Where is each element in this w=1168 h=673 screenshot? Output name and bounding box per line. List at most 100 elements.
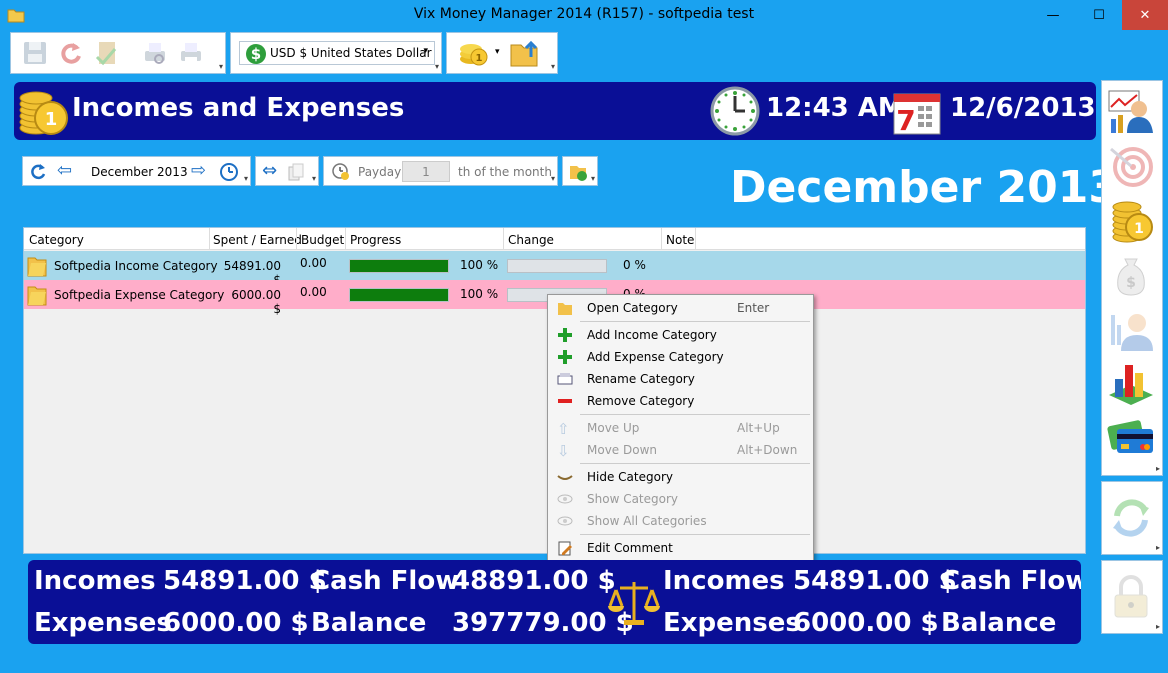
category-name: Softpedia Income Category [54, 259, 218, 273]
arrow-left-icon[interactable]: ⇦ [57, 160, 72, 181]
coins-icon[interactable]: 1 [1107, 197, 1155, 245]
grid-header: Category Spent / Earned Budget Progress … [24, 228, 1085, 250]
toolbar-grip-icon[interactable]: ▾ [219, 62, 223, 71]
table-row[interactable]: Softpedia Income Category 54891.00 $ 0.0… [24, 251, 1085, 287]
copy-icon[interactable] [288, 163, 304, 181]
svg-text:$: $ [251, 45, 261, 63]
column-header-category[interactable]: Category [29, 233, 84, 247]
progress-fill [350, 289, 448, 301]
column-header-spent[interactable]: Spent / Earned [213, 233, 302, 247]
folder-up-icon[interactable] [509, 37, 541, 69]
menu-item-add-income-category[interactable]: Add Income Category [549, 324, 812, 346]
toolbar-grip-icon[interactable]: ▾ [551, 174, 555, 183]
close-button[interactable]: ✕ [1122, 0, 1168, 30]
toolbar-grip-icon[interactable]: ▾ [312, 174, 316, 183]
menu-item-edit-comment[interactable]: Edit Comment [549, 537, 812, 559]
coins-icon[interactable]: 1 [457, 37, 489, 69]
swap-arrows-icon[interactable]: ⇔ [262, 160, 277, 181]
payday-label: Payday [358, 165, 402, 179]
toolbar-grip-icon[interactable]: ▾ [435, 62, 439, 71]
column-header-progress[interactable]: Progress [350, 233, 401, 247]
menu-item-show-category[interactable]: Show Category [549, 488, 812, 510]
closed-eye-icon [557, 475, 573, 480]
rename-icon [557, 373, 573, 385]
progress-bar [349, 259, 449, 273]
category-name: Softpedia Expense Category [54, 288, 225, 302]
menu-item-move-down[interactable]: ⇩ Move Down Alt+Down [549, 439, 812, 461]
manager-chart-icon[interactable] [1107, 87, 1155, 135]
column-header-note[interactable]: Note [666, 233, 694, 247]
calendar-icon: 7 [893, 93, 941, 136]
modules-sidebar: 1 $ ▸ [1101, 80, 1163, 476]
sync-sidebar: ▸ [1101, 481, 1163, 555]
coin-settings-icon[interactable] [568, 162, 588, 182]
column-header-budget[interactable]: Budget [301, 233, 344, 247]
sync-icon[interactable] [1107, 494, 1155, 542]
menu-item-open-category[interactable]: Open Category Enter [549, 297, 812, 319]
refresh-icon[interactable] [57, 39, 85, 67]
toolbar-grip-icon[interactable]: ▾ [244, 174, 248, 183]
column-header-change[interactable]: Change [508, 233, 554, 247]
payday-day-input[interactable]: 1 [402, 161, 450, 182]
scales-icon [608, 582, 660, 625]
chevron-down-icon[interactable]: ▾ [495, 47, 500, 57]
edit-comment-icon [558, 541, 572, 556]
toolbar-grip-icon[interactable]: ▾ [551, 62, 555, 71]
save-icon[interactable] [21, 39, 49, 67]
folder-icon [27, 257, 47, 277]
toolbar-grip-icon[interactable]: ▸ [1156, 543, 1160, 552]
print-preview-icon[interactable] [141, 39, 169, 67]
budget: 0.00 [300, 256, 327, 270]
print-icon[interactable] [177, 39, 205, 67]
file-toolbar: ▾ [10, 32, 226, 74]
arrow-right-icon[interactable]: ⇨ [191, 160, 206, 181]
user-report-icon[interactable] [1107, 305, 1155, 353]
toolbar-grip-icon[interactable]: ▸ [1156, 464, 1160, 473]
money-bag-icon[interactable]: $ [1107, 251, 1155, 299]
bar-chart-icon[interactable] [1107, 359, 1155, 407]
clock-date: 12/6/2013 [950, 93, 1096, 123]
export-icon[interactable] [93, 39, 121, 67]
menu-item-add-expense-category[interactable]: Add Expense Category [549, 346, 812, 368]
menu-item-remove-category[interactable]: Remove Category [549, 390, 812, 412]
svg-text:1: 1 [1134, 221, 1144, 237]
balance-label-2: Balance [941, 608, 1057, 638]
cash-flow-label: Cash Flow [311, 566, 460, 596]
arrow-down-icon: ⇩ [557, 442, 570, 460]
minimize-button[interactable]: — [1030, 0, 1076, 30]
incomes-value-2: 54891.00 $ [793, 566, 957, 596]
refresh-icon[interactable] [29, 163, 47, 181]
change-percent: 0 % [623, 258, 646, 272]
toolbar-grip-icon[interactable]: ▸ [1156, 622, 1160, 631]
menu-item-hide-category[interactable]: Hide Category [549, 466, 812, 488]
date-picker-icon[interactable] [219, 162, 239, 182]
toolbar-grip-icon[interactable]: ▾ [591, 174, 595, 183]
incomes-value: 54891.00 $ [163, 566, 327, 596]
minus-icon [558, 399, 572, 403]
currency-select[interactable]: $ USD $ United States Dollar ▾ [239, 41, 435, 65]
svg-text:7: 7 [896, 104, 915, 136]
compare-toolbar: ⇔ ▾ [255, 156, 319, 186]
plus-icon [558, 350, 572, 364]
clock-icon [710, 86, 760, 136]
payday-suffix: th of the month [458, 165, 552, 179]
balance-value: 397779.00 $ [452, 608, 634, 638]
target-icon[interactable] [1107, 143, 1155, 191]
folder-icon [27, 286, 47, 306]
window-title: Vix Money Manager 2014 (R157) - softpedi… [413, 6, 755, 22]
payday-toolbar: Payday 1 th of the month ▾ [323, 156, 558, 186]
menu-item-rename-category[interactable]: Rename Category [549, 368, 812, 390]
dollar-icon: $ [246, 44, 266, 64]
change-bar [507, 259, 607, 273]
menu-item-move-up[interactable]: ⇧ Move Up Alt+Up [549, 417, 812, 439]
menu-item-show-all-categories[interactable]: Show All Categories [549, 510, 812, 532]
progress-percent: 100 % [460, 258, 499, 272]
credit-card-icon[interactable] [1107, 413, 1155, 461]
page-title: Incomes and Expenses [72, 93, 405, 123]
clock-time: 12:43 AM [766, 93, 904, 123]
chevron-down-icon: ▾ [423, 46, 428, 56]
accounts-toolbar: 1 ▾ ▾ [446, 32, 558, 74]
svg-text:1: 1 [45, 109, 58, 130]
maximize-button[interactable]: ☐ [1076, 0, 1122, 30]
lock-icon[interactable] [1107, 573, 1155, 621]
